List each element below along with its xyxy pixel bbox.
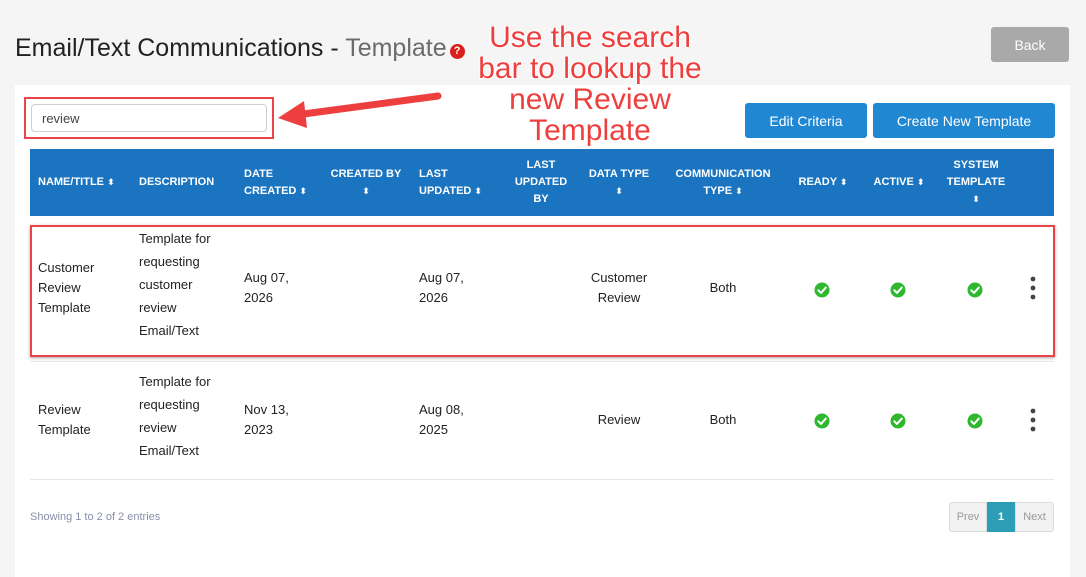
check-circle-icon	[814, 413, 830, 429]
sort-icon: ⬍	[839, 177, 848, 187]
col-header-communication-type-label: COMMUNICATION	[675, 167, 771, 180]
col-header-system-template-label-2: TEMPLATE	[946, 176, 1006, 188]
check-circle-icon	[967, 413, 983, 429]
entries-info: Showing 1 to 2 of 2 entries	[30, 511, 161, 523]
search-input[interactable]	[31, 104, 267, 132]
col-header-last-updated[interactable]: LAST UPDATED ⬍	[419, 149, 499, 216]
page: Email/Text Communications - Template? Ba…	[0, 0, 1086, 577]
col-header-communication-type-label-2: TYPE	[703, 184, 733, 197]
cell-name: Review Template	[38, 402, 91, 437]
pagination-page-1[interactable]: 1	[987, 502, 1015, 532]
page-title-sub: Template	[345, 34, 447, 62]
back-button[interactable]: Back	[991, 27, 1069, 62]
col-header-system-template-label: SYSTEM	[953, 159, 999, 171]
page-title-main: Email/Text Communications -	[15, 34, 346, 62]
sort-icon: ⬍	[615, 185, 623, 196]
col-header-communication-type[interactable]: COMMUNICATION TYPE ⬍	[666, 149, 780, 216]
sort-icon: ⬍	[474, 185, 482, 196]
row-highlight-box	[30, 225, 1055, 357]
pagination-next-button[interactable]: Next	[1015, 502, 1054, 532]
col-header-ready[interactable]: READY ⬍	[790, 149, 856, 216]
more-options-icon[interactable]	[1030, 408, 1036, 432]
col-header-date-created-label: DATE	[244, 167, 274, 180]
col-header-ready-label: READY	[798, 176, 837, 188]
col-header-last-updated-label: LAST	[419, 167, 448, 180]
col-header-description: DESCRIPTION	[139, 149, 229, 216]
cell-description: Template for requesting review Email/Tex…	[139, 374, 211, 458]
col-header-name[interactable]: NAME/TITLE ⬍	[38, 149, 133, 216]
cell-data-type: Review	[597, 412, 641, 427]
search-highlight-box	[24, 97, 274, 139]
col-header-date-created[interactable]: DATE CREATED ⬍	[244, 149, 319, 216]
col-header-created-by-label: CREATED BY	[330, 167, 402, 180]
cell-date-created: Nov 13, 2023	[244, 402, 289, 437]
col-header-data-type-label: DATA TYPE	[588, 167, 650, 180]
col-header-active-label: ACTIVE	[873, 176, 914, 188]
col-header-last-updated-by-label-3: BY	[533, 193, 549, 205]
page-title: Email/Text Communications - Template?	[15, 34, 465, 63]
col-header-data-type[interactable]: DATA TYPE ⬍	[583, 149, 655, 216]
sort-icon: ⬍	[299, 185, 307, 196]
col-header-description-label: DESCRIPTION	[139, 176, 215, 188]
create-new-template-button[interactable]: Create New Template	[873, 103, 1055, 138]
cell-last-updated: Aug 08, 2025	[419, 402, 464, 437]
col-header-last-updated-by-label: LAST	[526, 159, 556, 171]
edit-criteria-button[interactable]: Edit Criteria	[745, 103, 867, 138]
sort-icon: ⬍	[107, 177, 115, 187]
table-header: NAME/TITLE ⬍ DESCRIPTION DATE CREATED ⬍ C…	[30, 149, 1054, 216]
col-header-last-updated-label-2: UPDATED	[419, 184, 472, 197]
sort-icon: ⬍	[362, 185, 370, 196]
col-header-name-label: NAME/TITLE	[38, 176, 104, 188]
sort-icon: ⬍	[916, 177, 925, 187]
col-header-active[interactable]: ACTIVE ⬍	[866, 149, 932, 216]
sort-icon: ⬍	[972, 194, 980, 204]
check-circle-icon	[890, 413, 906, 429]
row-divider	[30, 479, 1054, 480]
annotation-callout: Use the search bar to lookup the new Rev…	[478, 21, 703, 147]
col-header-system-template[interactable]: SYSTEM TEMPLATE ⬍	[938, 149, 1014, 216]
row-divider	[30, 361, 1054, 362]
annotation-arrow-icon	[275, 90, 444, 131]
col-header-last-updated-by: LAST UPDATED BY	[505, 149, 577, 216]
col-header-created-by[interactable]: CREATED BY ⬍	[323, 149, 409, 216]
cell-communication-type: Both	[709, 412, 737, 427]
col-header-date-created-label-2: CREATED	[244, 184, 297, 197]
sort-icon: ⬍	[735, 185, 743, 196]
col-header-last-updated-by-label-2: UPDATED	[514, 176, 568, 188]
pagination-prev-button[interactable]: Prev	[949, 502, 987, 532]
